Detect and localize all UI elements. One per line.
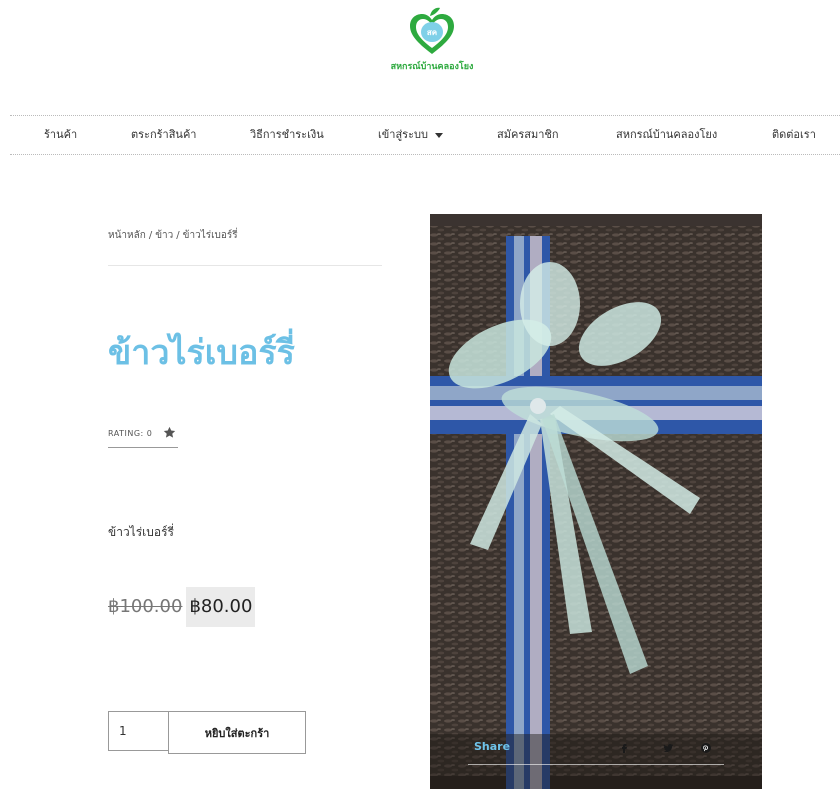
breadcrumb-divider [108,265,382,266]
nav-item-contact[interactable]: ติดต่อเรา [772,116,816,154]
star-icon [164,426,176,438]
nav-item-about[interactable]: สหกรณ์บ้านคลองโยง [616,116,717,154]
nav-item-shop[interactable]: ร้านค้า [44,116,77,154]
nav-item-login[interactable]: เข้าสู่ระบบ [378,116,443,154]
breadcrumb: หน้าหลัก / ข้าว / ข้าวไร่เบอร์รี่ [108,228,238,243]
breadcrumb-separator: / [148,230,153,241]
product-image[interactable] [430,214,762,789]
rating-value: 0 [146,429,153,438]
breadcrumb-home[interactable]: หน้าหลัก [108,230,146,241]
breadcrumb-current: ข้าวไร่เบอร์รี่ [182,230,238,241]
site-logo[interactable]: สค สหกรณ์บ้านคลองโยง [386,6,478,76]
product-short-description: ข้าวไร่เบอร์รี่ [108,525,174,539]
heart-apple-icon: สค [410,7,454,54]
product-title: ข้าวไร่เบอร์รี่ [108,333,295,373]
quantity-input[interactable] [108,711,168,751]
share-bar: Share [468,735,724,765]
nav-item-payment[interactable]: วิธีการชำระเงิน [250,116,324,154]
facebook-icon[interactable] [618,742,630,754]
sale-price: ฿80.00 [186,587,256,627]
twitter-icon[interactable] [662,742,674,754]
share-label[interactable]: Share [474,740,510,753]
breadcrumb-category[interactable]: ข้าว [155,230,173,241]
product-photo-illustration [430,214,762,789]
regular-price: ฿100.00 [108,596,183,617]
pinterest-icon[interactable] [700,742,712,754]
product-rating: RATING: 0 [108,426,179,448]
nav-item-cart[interactable]: ตระกร้าสินค้า [131,116,196,154]
nav-item-register[interactable]: สมัครสมาชิก [497,116,559,154]
add-to-cart-button[interactable]: หยิบใส่ตะกร้า [168,711,306,754]
product-price: ฿100.00 ฿80.00 [108,587,256,627]
nav-item-login-label: เข้าสู่ระบบ [378,128,428,141]
logo-text: สหกรณ์บ้านคลองโยง [390,62,474,72]
rating-label: RATING: [108,429,144,438]
main-navigation: ร้านค้า ตระกร้าสินค้า วิธีการชำระเงิน เข… [10,115,840,155]
caret-down-icon [434,132,443,138]
breadcrumb-separator: / [176,230,180,241]
logo-emblem-text: สค [427,28,437,37]
